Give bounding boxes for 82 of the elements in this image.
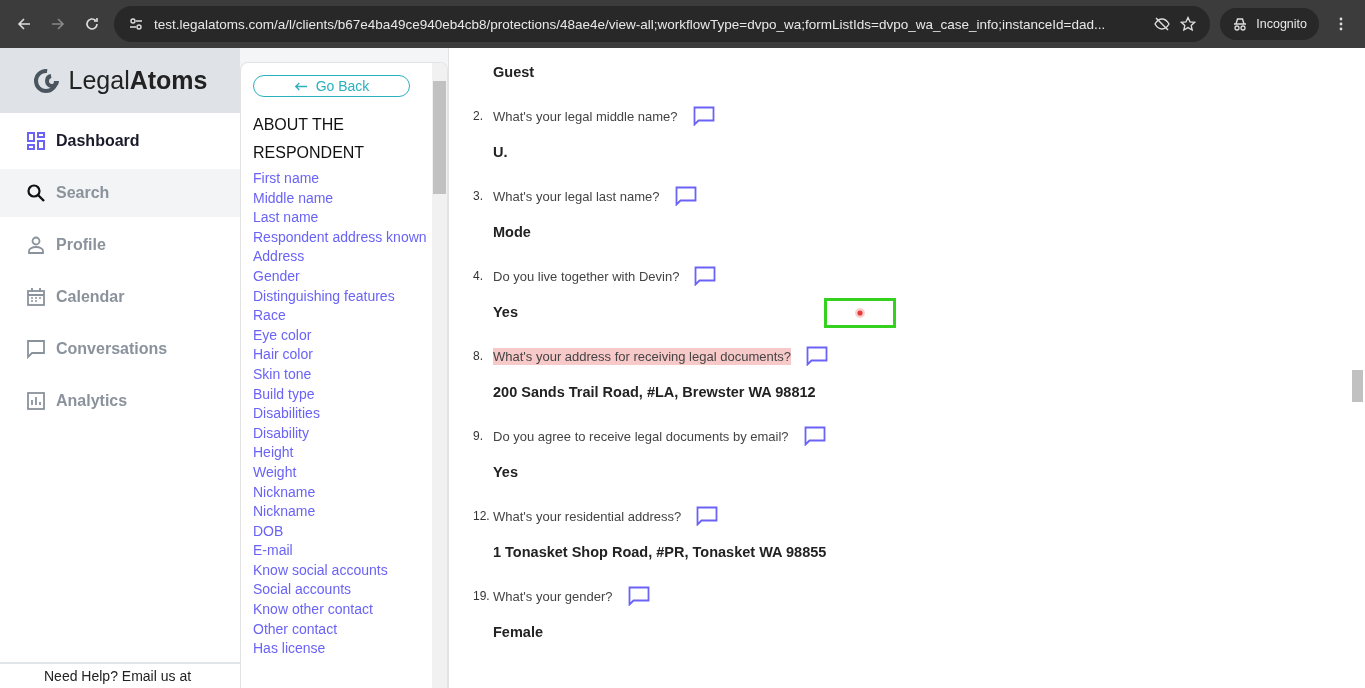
star-icon[interactable]: [1180, 16, 1197, 32]
comment-icon[interactable]: [674, 186, 697, 206]
comment-icon[interactable]: [696, 506, 719, 526]
outline-link[interactable]: Gender: [253, 266, 432, 287]
question-text: What's your address for receiving legal documents?: [493, 347, 792, 365]
question-text: What's your gender?: [493, 587, 613, 605]
outline-link[interactable]: Nickname: [253, 502, 432, 522]
outline-link[interactable]: Middle name: [253, 188, 432, 209]
answer-text: Mode: [493, 224, 531, 240]
comment-icon[interactable]: [692, 106, 715, 126]
url-text: test.legalatoms.com/a/l/clients/b67e4ba49ce940eb4cb8/protections/48ae4e/view-all;workflowType=dvpo_wa;formListIds=dvpo_wa_case_info;instanceId=dad...: [154, 16, 1107, 32]
section-title: ABOUT THE RESPONDENT: [253, 115, 366, 163]
question-number: 4.: [473, 269, 484, 283]
answer-text: 200 Sands Trail Road, #LA, Brewster WA 98812: [493, 384, 816, 400]
go-back-button[interactable]: Go Back: [253, 75, 410, 97]
nav-item[interactable]: Analytics: [0, 377, 240, 425]
record-dot-icon: [854, 307, 866, 319]
question-text: Do you agree to receive legal documents by email?: [493, 427, 789, 445]
person-icon: [26, 235, 46, 255]
scrollbar-thumb[interactable]: [433, 81, 446, 194]
outline-link[interactable]: Has license: [253, 639, 432, 659]
calendar-icon: [26, 287, 46, 307]
scrollbar-thumb[interactable]: [1352, 370, 1363, 402]
logo-text: LegalAtoms: [68, 66, 208, 95]
outline-link[interactable]: Race: [253, 306, 432, 326]
site-settings-icon[interactable]: [128, 16, 144, 32]
comment-icon[interactable]: [806, 346, 829, 366]
outline-link[interactable]: Disabilities: [253, 404, 432, 424]
outline-link[interactable]: DOB: [253, 521, 432, 542]
question-number: 9.: [473, 429, 484, 443]
incognito-icon: [1232, 16, 1249, 32]
outline-link[interactable]: Height: [253, 443, 432, 463]
nav-item[interactable]: Calendar: [0, 273, 240, 321]
comment-icon[interactable]: [627, 586, 650, 606]
question-text: What's your legal middle name?: [493, 107, 678, 125]
answer-text: Female: [493, 624, 543, 640]
incognito-label: Incognito: [1256, 17, 1307, 31]
incognito-badge[interactable]: Incognito: [1220, 8, 1319, 40]
nav-item[interactable]: Profile: [0, 221, 240, 269]
bar-chart-icon: [26, 391, 46, 411]
answer-text: Guest: [493, 64, 535, 80]
outline-link[interactable]: Eye color: [253, 325, 432, 346]
question-text: What's your legal last name?: [493, 187, 660, 205]
question-text: Do you live together with Devin?: [493, 267, 680, 285]
help-text: Need Help? Email us at: [43, 667, 193, 686]
left-arrow-icon: [293, 81, 308, 91]
outline-link[interactable]: Last name: [253, 208, 432, 228]
comment-icon[interactable]: [694, 266, 717, 286]
outline-link[interactable]: Social accounts: [253, 580, 432, 601]
outline-link[interactable]: Other contact: [253, 619, 432, 640]
answer-text: Yes: [493, 464, 518, 480]
outline-link[interactable]: E-mail: [253, 541, 432, 561]
outline-link[interactable]: Respondent address known: [253, 227, 432, 248]
question-number: 12.: [473, 509, 491, 523]
nav-item[interactable]: Search: [0, 169, 240, 217]
question-number: 2.: [473, 109, 484, 123]
question-number: 3.: [473, 189, 484, 203]
answer-text: 1 Tonasket Shop Road, #PR, Tonasket WA 98855: [493, 544, 827, 560]
outline-link[interactable]: Build type: [253, 384, 432, 405]
outline-link[interactable]: Nickname: [253, 482, 432, 503]
outline-link[interactable]: Distinguishing features: [253, 286, 432, 307]
outline-link[interactable]: Hair color: [253, 345, 432, 365]
outline-link[interactable]: First name: [253, 169, 432, 189]
outline-link[interactable]: Know other contact: [253, 600, 432, 620]
outline-link[interactable]: Address: [253, 247, 432, 267]
address-bar[interactable]: test.legalatoms.com/a/l/clients/b67e4ba49ce940eb4cb8/protections/48ae4e/view-all;workflowType=dvpo_wa;formListIds=dvpo_wa_case_info;instanceId=dad...: [114, 6, 1211, 42]
comment-icon[interactable]: [803, 426, 826, 446]
outline-link[interactable]: Weight: [253, 462, 432, 483]
eye-slash-icon[interactable]: [1154, 16, 1171, 32]
outline-link[interactable]: Disability: [253, 423, 432, 444]
outline-link[interactable]: Know social accounts: [253, 560, 432, 581]
outline-link[interactable]: Skin tone: [253, 364, 432, 385]
nav-item[interactable]: Dashboard: [0, 117, 240, 165]
question-number: 8.: [473, 349, 484, 363]
dashboard-icon: [26, 131, 46, 151]
chat-bubble-icon: [26, 339, 46, 359]
question-text: What's your residential address?: [493, 507, 682, 525]
question-number: 19.: [473, 589, 491, 603]
answer-text: U.: [493, 144, 508, 160]
answer-text: Yes: [493, 304, 518, 320]
nav-item[interactable]: Conversations: [0, 325, 240, 373]
search-icon: [26, 183, 46, 203]
